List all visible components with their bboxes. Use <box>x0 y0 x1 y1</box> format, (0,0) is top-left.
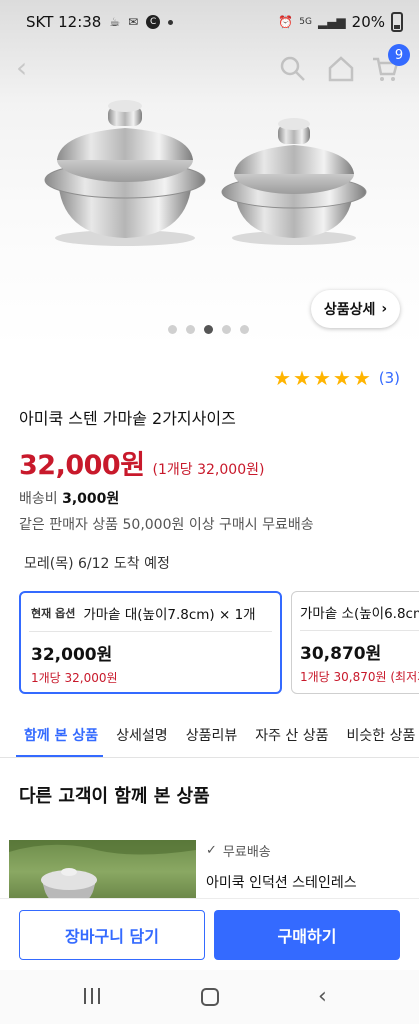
product-image-gallery[interactable]: SKT 12:38 ☕ ✉ C ⏰ 5G ▂▄▆ 20% ‹ 9 상품상세 › <box>0 0 419 348</box>
recent-apps-icon[interactable] <box>84 988 100 1004</box>
status-time: SKT 12:38 <box>26 13 102 31</box>
carousel-dot-active[interactable] <box>204 325 213 334</box>
sale-price: 32,000원 <box>19 450 145 481</box>
system-navigation-bar: ‹ <box>0 970 419 1024</box>
tab-description[interactable]: 상세설명 <box>107 714 177 757</box>
carousel-indicator <box>168 325 249 334</box>
free-shipping-label: ✓ 무료배송 <box>206 841 271 860</box>
arrival-date: 모레(목) 6/12 도착 예정 <box>24 556 170 572</box>
product-tabs: 함께 본 상품 상세설명 상품리뷰 자주 산 상품 비슷한 상품 <box>0 714 419 758</box>
star-icon: ★ <box>293 366 311 390</box>
product-photo <box>44 100 367 246</box>
rating-count[interactable]: (3) <box>379 369 400 387</box>
option-card-selected[interactable]: 현재 옵션 가마솥 대(높이7.8cm) × 1개 32,000원 1개당 32… <box>19 591 282 694</box>
price-row: 32,000원 (1개당 32,000원) <box>19 443 264 482</box>
carousel-dot[interactable] <box>168 325 177 334</box>
free-shipping-text: 무료배송 <box>222 845 271 860</box>
option-name: 가마솥 소(높이6.8cm) × 1개 <box>300 606 419 622</box>
unit-price: (1개당 32,000원) <box>152 462 265 478</box>
battery-icon <box>391 12 403 32</box>
star-icon: ★ <box>312 366 331 390</box>
search-icon[interactable] <box>278 54 308 84</box>
carousel-dot[interactable] <box>240 325 249 334</box>
option-unit-price: 1개당 32,000원 <box>31 671 118 685</box>
status-bar: SKT 12:38 ☕ ✉ C ⏰ 5G ▂▄▆ 20% <box>0 0 419 44</box>
shipping-fee: 배송비 3,000원 <box>19 488 119 508</box>
notification-icon: ✉ <box>128 15 139 29</box>
tab-similar[interactable]: 비슷한 상품 <box>338 714 419 757</box>
alarm-icon: ⏰ <box>278 15 294 29</box>
tab-viewed-together[interactable]: 함께 본 상품 <box>0 714 107 757</box>
divider <box>300 630 419 631</box>
star-icon: ★ <box>332 366 351 390</box>
rating[interactable]: ★ ★ ★ ★ ★ (3) <box>273 368 400 388</box>
option-price: 32,000원 <box>31 645 113 665</box>
option-unit-price: 1개당 30,870원 (최저가) <box>300 670 419 684</box>
back-icon[interactable]: ‹ <box>318 984 327 1009</box>
coffee-icon: ☕ <box>109 15 121 29</box>
signal-icon: ▂▄▆ <box>317 15 346 29</box>
home-button-icon[interactable] <box>201 988 219 1006</box>
section-title: 다른 고객이 함께 본 상품 <box>19 786 210 807</box>
shipping-fee-label: 배송비 <box>19 491 58 507</box>
option-card[interactable]: 가마솥 소(높이6.8cm) × 1개 30,870원 1개당 30,870원 … <box>291 591 419 694</box>
chevron-right-icon: › <box>381 301 388 317</box>
more-notifications-dot <box>168 19 174 25</box>
option-name: 가마솥 대(높이7.8cm) × 1개 <box>83 607 256 623</box>
top-navigation: ‹ 9 <box>0 44 419 92</box>
tab-frequently-bought[interactable]: 자주 산 상품 <box>246 714 337 757</box>
network-type: 5G <box>299 17 312 27</box>
option-price: 30,870원 <box>300 644 382 664</box>
shipping-condition: 같은 판매자 상품 50,000원 이상 구매시 무료배송 <box>19 517 314 533</box>
add-to-cart-button[interactable]: 장바구니 담기 <box>19 910 205 960</box>
home-icon[interactable] <box>326 54 356 84</box>
check-icon: ✓ <box>206 843 217 858</box>
buy-now-button[interactable]: 구매하기 <box>214 910 400 960</box>
carousel-dot[interactable] <box>186 325 195 334</box>
star-icon: ★ <box>352 366 371 390</box>
back-arrow-icon[interactable]: ‹ <box>16 54 44 82</box>
current-option-tag: 현재 옵션 <box>31 607 76 620</box>
carousel-dot[interactable] <box>222 325 231 334</box>
battery-percent: 20% <box>351 13 385 31</box>
product-detail-button[interactable]: 상품상세 › <box>311 290 400 328</box>
shipping-fee-value: 3,000원 <box>62 491 120 507</box>
c-app-icon: C <box>146 15 161 29</box>
tab-reviews[interactable]: 상품리뷰 <box>177 714 247 757</box>
product-detail-label: 상품상세 <box>323 302 376 318</box>
cart-count-badge: 9 <box>388 44 410 66</box>
purchase-action-bar: 장바구니 담기 구매하기 <box>0 898 419 970</box>
recommended-product-title[interactable]: 아미쿡 인덕션 스테인레스 <box>206 872 357 892</box>
divider <box>29 631 272 632</box>
product-title: 아미쿡 스텐 가마솥 2가지사이즈 <box>19 409 236 428</box>
star-icon: ★ <box>273 366 291 390</box>
